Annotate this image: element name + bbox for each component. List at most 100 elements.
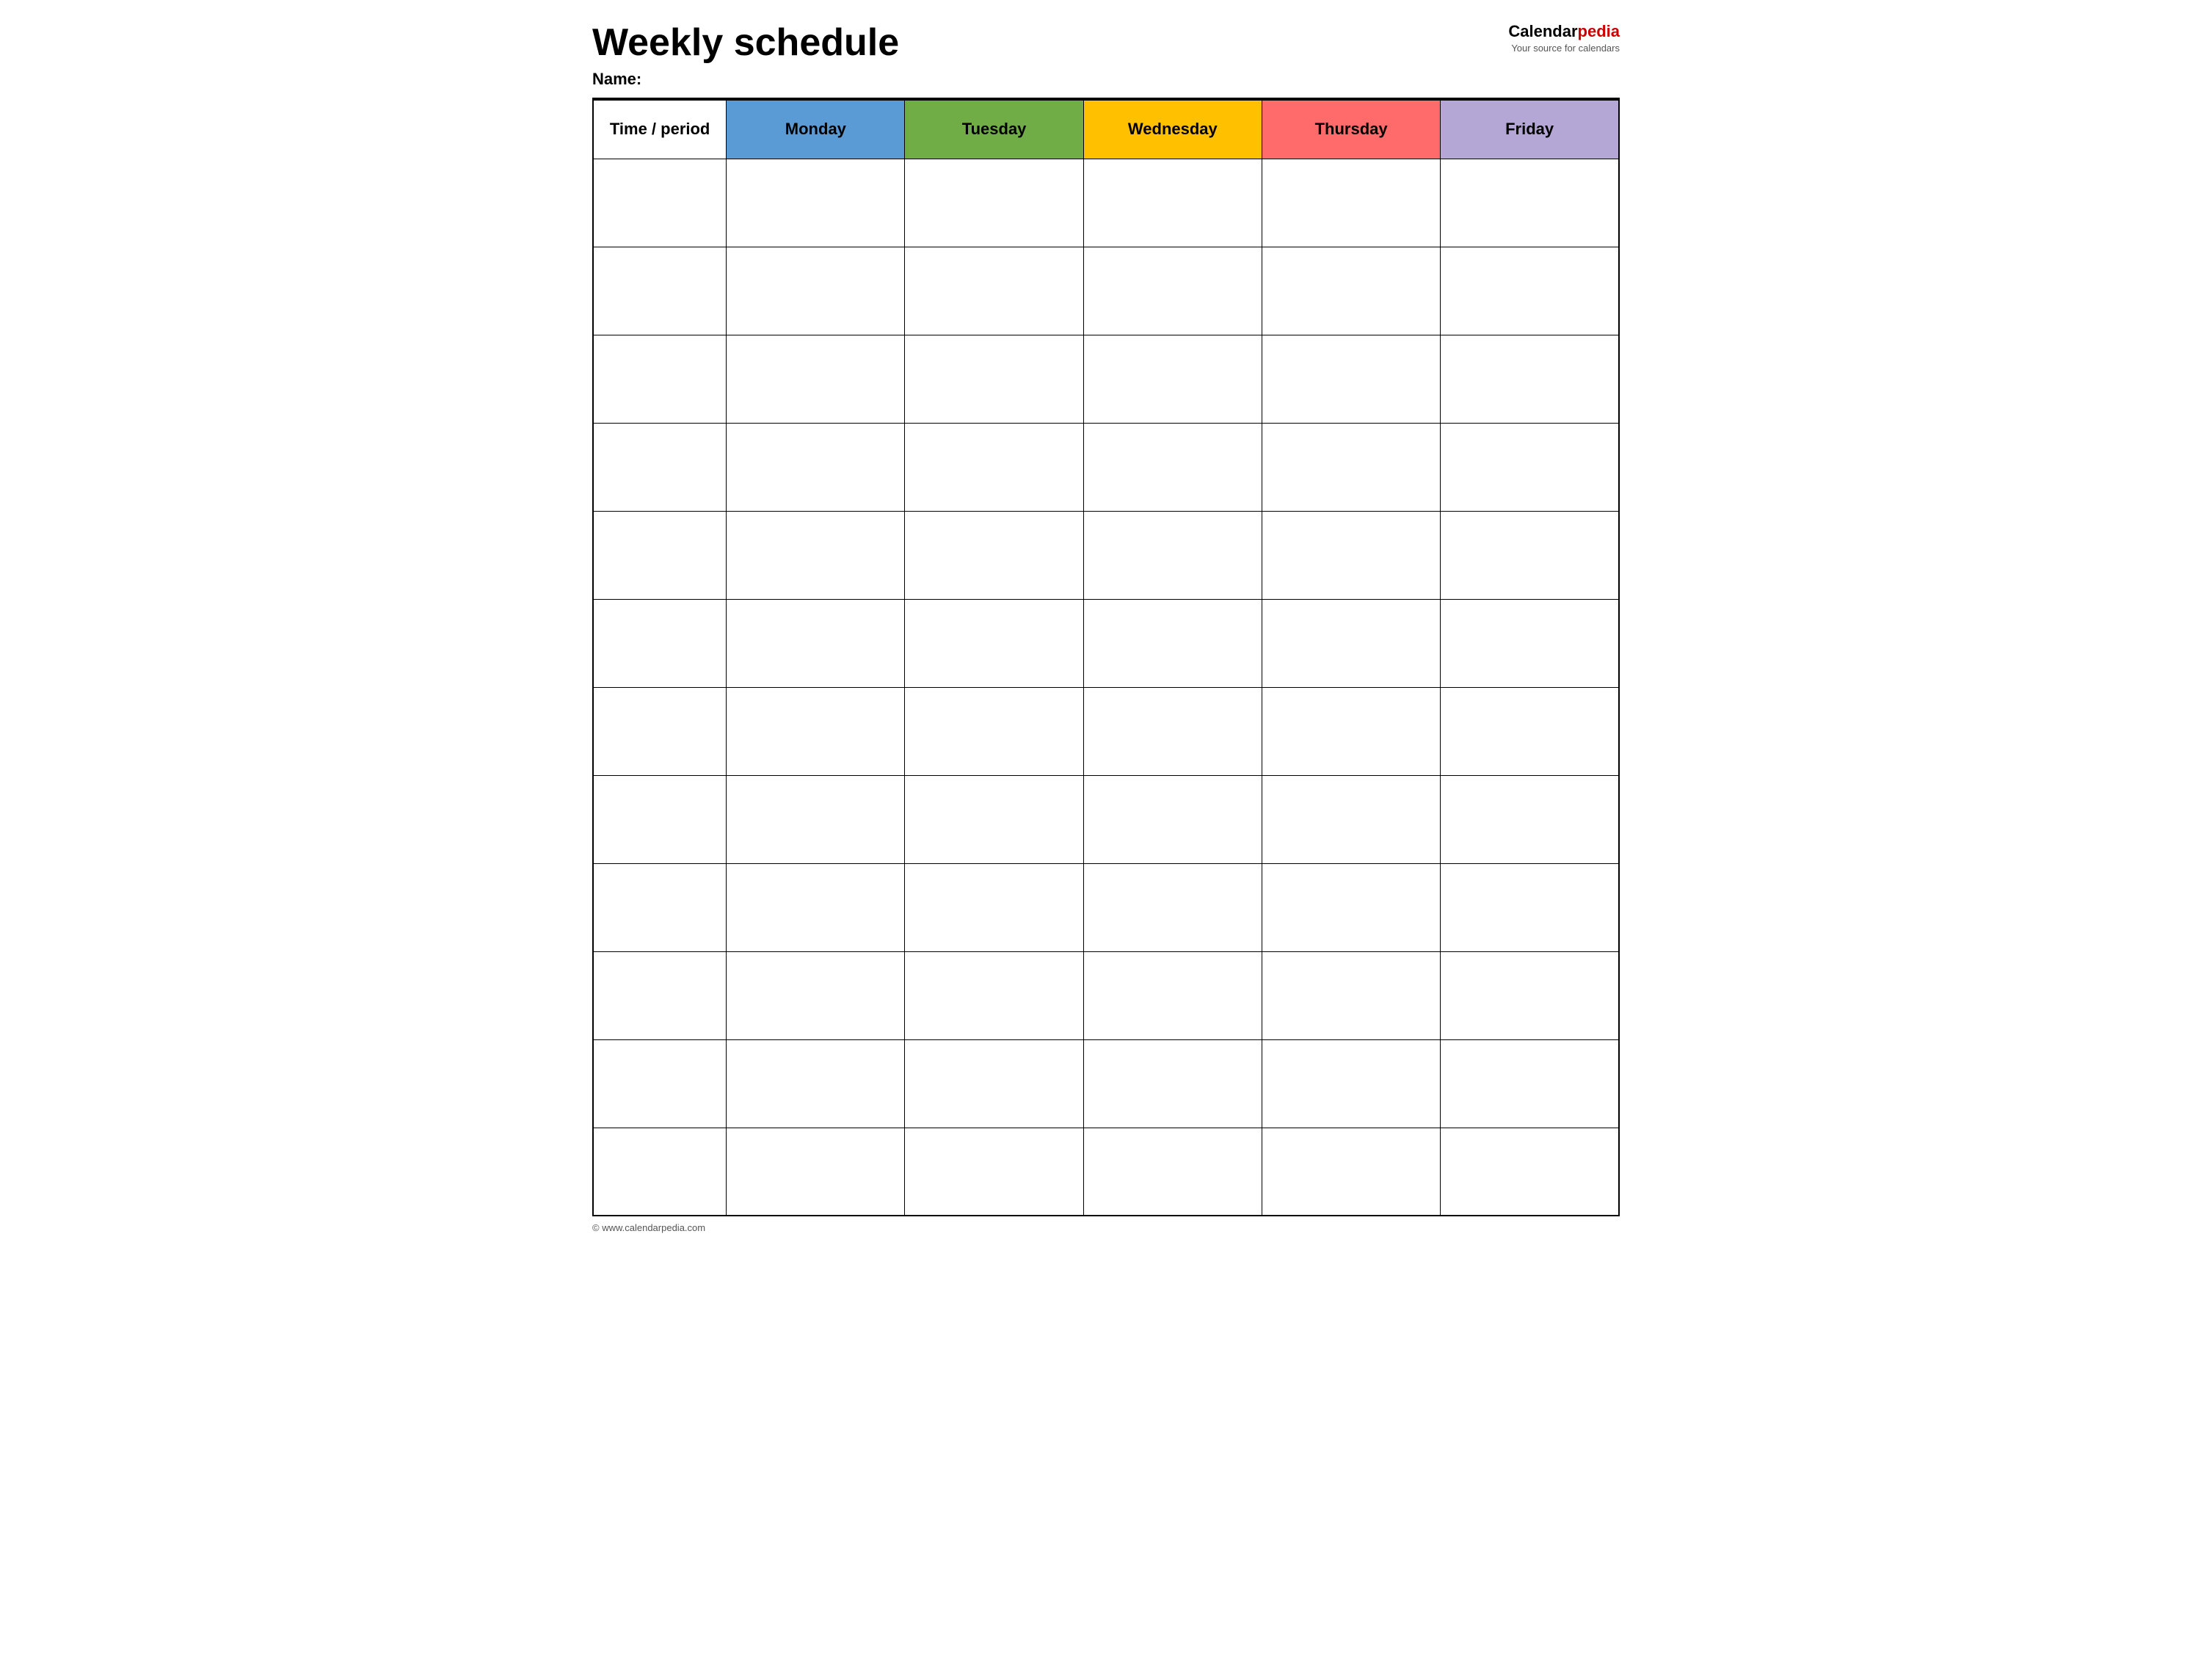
time-cell[interactable] — [593, 599, 727, 687]
schedule-cell[interactable] — [905, 775, 1083, 863]
schedule-cell[interactable] — [905, 951, 1083, 1039]
schedule-cell[interactable] — [1083, 687, 1262, 775]
schedule-cell[interactable] — [1441, 775, 1619, 863]
page-wrapper: Weekly schedule Name: Calendarpedia Your… — [592, 22, 1620, 1233]
time-cell[interactable] — [593, 687, 727, 775]
table-row — [593, 511, 1619, 599]
schedule-cell[interactable] — [1441, 335, 1619, 423]
schedule-cell[interactable] — [727, 951, 905, 1039]
schedule-cell[interactable] — [727, 687, 905, 775]
schedule-cell[interactable] — [1441, 687, 1619, 775]
col-header-friday: Friday — [1441, 100, 1619, 159]
table-row — [593, 1128, 1619, 1216]
schedule-cell[interactable] — [905, 335, 1083, 423]
schedule-cell[interactable] — [905, 159, 1083, 247]
schedule-cell[interactable] — [727, 159, 905, 247]
schedule-cell[interactable] — [1441, 1128, 1619, 1216]
time-cell[interactable] — [593, 951, 727, 1039]
schedule-cell[interactable] — [1262, 511, 1440, 599]
schedule-cell[interactable] — [727, 335, 905, 423]
schedule-cell[interactable] — [727, 1128, 905, 1216]
table-row — [593, 863, 1619, 951]
schedule-cell[interactable] — [1262, 1128, 1440, 1216]
time-cell[interactable] — [593, 247, 727, 335]
logo-calendar-text: Calendar — [1508, 22, 1577, 40]
col-header-monday: Monday — [727, 100, 905, 159]
schedule-cell[interactable] — [905, 511, 1083, 599]
page-title: Weekly schedule — [592, 22, 899, 64]
schedule-cell[interactable] — [1083, 1039, 1262, 1128]
schedule-cell[interactable] — [1441, 247, 1619, 335]
schedule-cell[interactable] — [905, 1039, 1083, 1128]
col-monday-label: Monday — [785, 120, 846, 138]
schedule-cell[interactable] — [1441, 863, 1619, 951]
schedule-cell[interactable] — [1083, 247, 1262, 335]
logo-subtitle: Your source for calendars — [1508, 43, 1620, 54]
schedule-cell[interactable] — [905, 599, 1083, 687]
schedule-cell[interactable] — [727, 775, 905, 863]
time-cell[interactable] — [593, 511, 727, 599]
table-row — [593, 599, 1619, 687]
schedule-table: Time / period Monday Tuesday Wednesday T… — [592, 99, 1620, 1216]
schedule-cell[interactable] — [1083, 1128, 1262, 1216]
table-row — [593, 951, 1619, 1039]
schedule-cell[interactable] — [905, 863, 1083, 951]
time-cell[interactable] — [593, 335, 727, 423]
schedule-cell[interactable] — [1083, 423, 1262, 511]
time-cell[interactable] — [593, 423, 727, 511]
table-row — [593, 1039, 1619, 1128]
schedule-cell[interactable] — [905, 247, 1083, 335]
schedule-cell[interactable] — [1441, 423, 1619, 511]
table-body — [593, 159, 1619, 1216]
table-row — [593, 687, 1619, 775]
col-friday-label: Friday — [1505, 120, 1554, 138]
schedule-cell[interactable] — [727, 423, 905, 511]
schedule-cell[interactable] — [1441, 951, 1619, 1039]
schedule-cell[interactable] — [1083, 599, 1262, 687]
schedule-cell[interactable] — [1441, 159, 1619, 247]
col-header-thursday: Thursday — [1262, 100, 1440, 159]
schedule-cell[interactable] — [1441, 1039, 1619, 1128]
time-cell[interactable] — [593, 1128, 727, 1216]
schedule-cell[interactable] — [727, 511, 905, 599]
time-cell[interactable] — [593, 1039, 727, 1128]
schedule-cell[interactable] — [1083, 951, 1262, 1039]
header: Weekly schedule Name: Calendarpedia Your… — [592, 22, 1620, 89]
time-cell[interactable] — [593, 159, 727, 247]
schedule-cell[interactable] — [1262, 335, 1440, 423]
schedule-cell[interactable] — [1262, 1039, 1440, 1128]
schedule-cell[interactable] — [1262, 599, 1440, 687]
footer: © www.calendarpedia.com — [592, 1222, 1620, 1233]
schedule-cell[interactable] — [1441, 599, 1619, 687]
schedule-cell[interactable] — [1083, 159, 1262, 247]
table-row — [593, 335, 1619, 423]
schedule-cell[interactable] — [905, 687, 1083, 775]
title-section: Weekly schedule Name: — [592, 22, 899, 89]
schedule-cell[interactable] — [1262, 423, 1440, 511]
schedule-cell[interactable] — [1262, 159, 1440, 247]
name-label: Name: — [592, 70, 899, 89]
time-cell[interactable] — [593, 863, 727, 951]
schedule-cell[interactable] — [1262, 775, 1440, 863]
schedule-cell[interactable] — [1262, 687, 1440, 775]
schedule-cell[interactable] — [727, 1039, 905, 1128]
logo-text: Calendarpedia — [1508, 22, 1620, 41]
schedule-cell[interactable] — [1083, 511, 1262, 599]
schedule-cell[interactable] — [727, 247, 905, 335]
logo-section: Calendarpedia Your source for calendars — [1508, 22, 1620, 54]
schedule-cell[interactable] — [727, 599, 905, 687]
schedule-cell[interactable] — [905, 1128, 1083, 1216]
schedule-cell[interactable] — [1441, 511, 1619, 599]
time-cell[interactable] — [593, 775, 727, 863]
schedule-cell[interactable] — [1262, 863, 1440, 951]
col-wednesday-label: Wednesday — [1128, 120, 1218, 138]
table-row — [593, 423, 1619, 511]
schedule-cell[interactable] — [727, 863, 905, 951]
col-time-label: Time / period — [610, 120, 710, 138]
schedule-cell[interactable] — [905, 423, 1083, 511]
schedule-cell[interactable] — [1262, 951, 1440, 1039]
schedule-cell[interactable] — [1083, 863, 1262, 951]
schedule-cell[interactable] — [1262, 247, 1440, 335]
schedule-cell[interactable] — [1083, 335, 1262, 423]
schedule-cell[interactable] — [1083, 775, 1262, 863]
